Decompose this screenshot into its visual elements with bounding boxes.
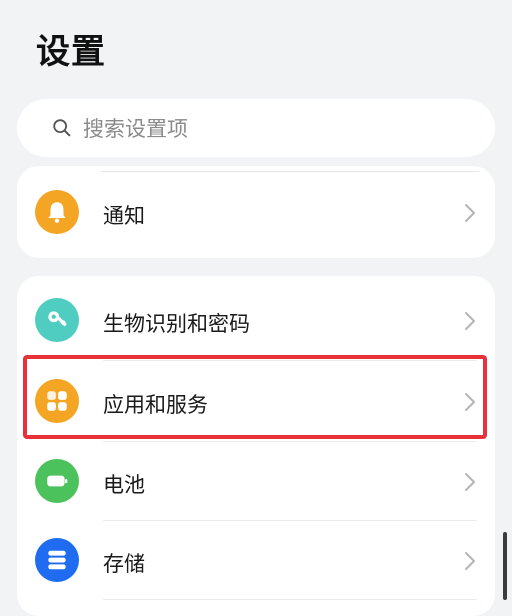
settings-item-storage[interactable]: 存储 bbox=[17, 520, 495, 600]
settings-item-label: 存储 bbox=[103, 552, 145, 576]
settings-item-label: 通知 bbox=[103, 204, 145, 228]
search-icon bbox=[53, 119, 71, 137]
settings-item-notifications[interactable]: 通知 bbox=[17, 172, 495, 252]
settings-card-notifications: 通知 bbox=[17, 166, 495, 258]
settings-item-apps-services[interactable]: 应用和服务 bbox=[17, 361, 495, 441]
scrollbar[interactable] bbox=[503, 532, 507, 600]
settings-item-label: 生物识别和密码 bbox=[103, 312, 250, 336]
search-bar[interactable]: 搜索设置项 bbox=[17, 99, 495, 157]
settings-item-label: 应用和服务 bbox=[103, 393, 208, 417]
chevron-right-icon bbox=[465, 473, 475, 491]
settings-card-main: 生物识别和密码 应用和服务 电池 存储 bbox=[17, 276, 495, 616]
chevron-right-icon bbox=[465, 204, 475, 222]
chevron-right-icon bbox=[465, 393, 475, 411]
storage-icon bbox=[35, 538, 79, 582]
settings-item-battery[interactable]: 电池 bbox=[17, 441, 495, 521]
search-placeholder: 搜索设置项 bbox=[83, 117, 188, 141]
page-title: 设置 bbox=[36, 32, 106, 72]
chevron-right-icon bbox=[465, 312, 475, 330]
key-icon bbox=[35, 298, 79, 342]
battery-icon bbox=[35, 459, 79, 503]
settings-item-label: 电池 bbox=[103, 473, 145, 497]
apps-grid-icon bbox=[35, 379, 79, 423]
chevron-right-icon bbox=[465, 552, 475, 570]
settings-item-biometrics[interactable]: 生物识别和密码 bbox=[17, 280, 495, 360]
bell-icon bbox=[35, 190, 79, 234]
